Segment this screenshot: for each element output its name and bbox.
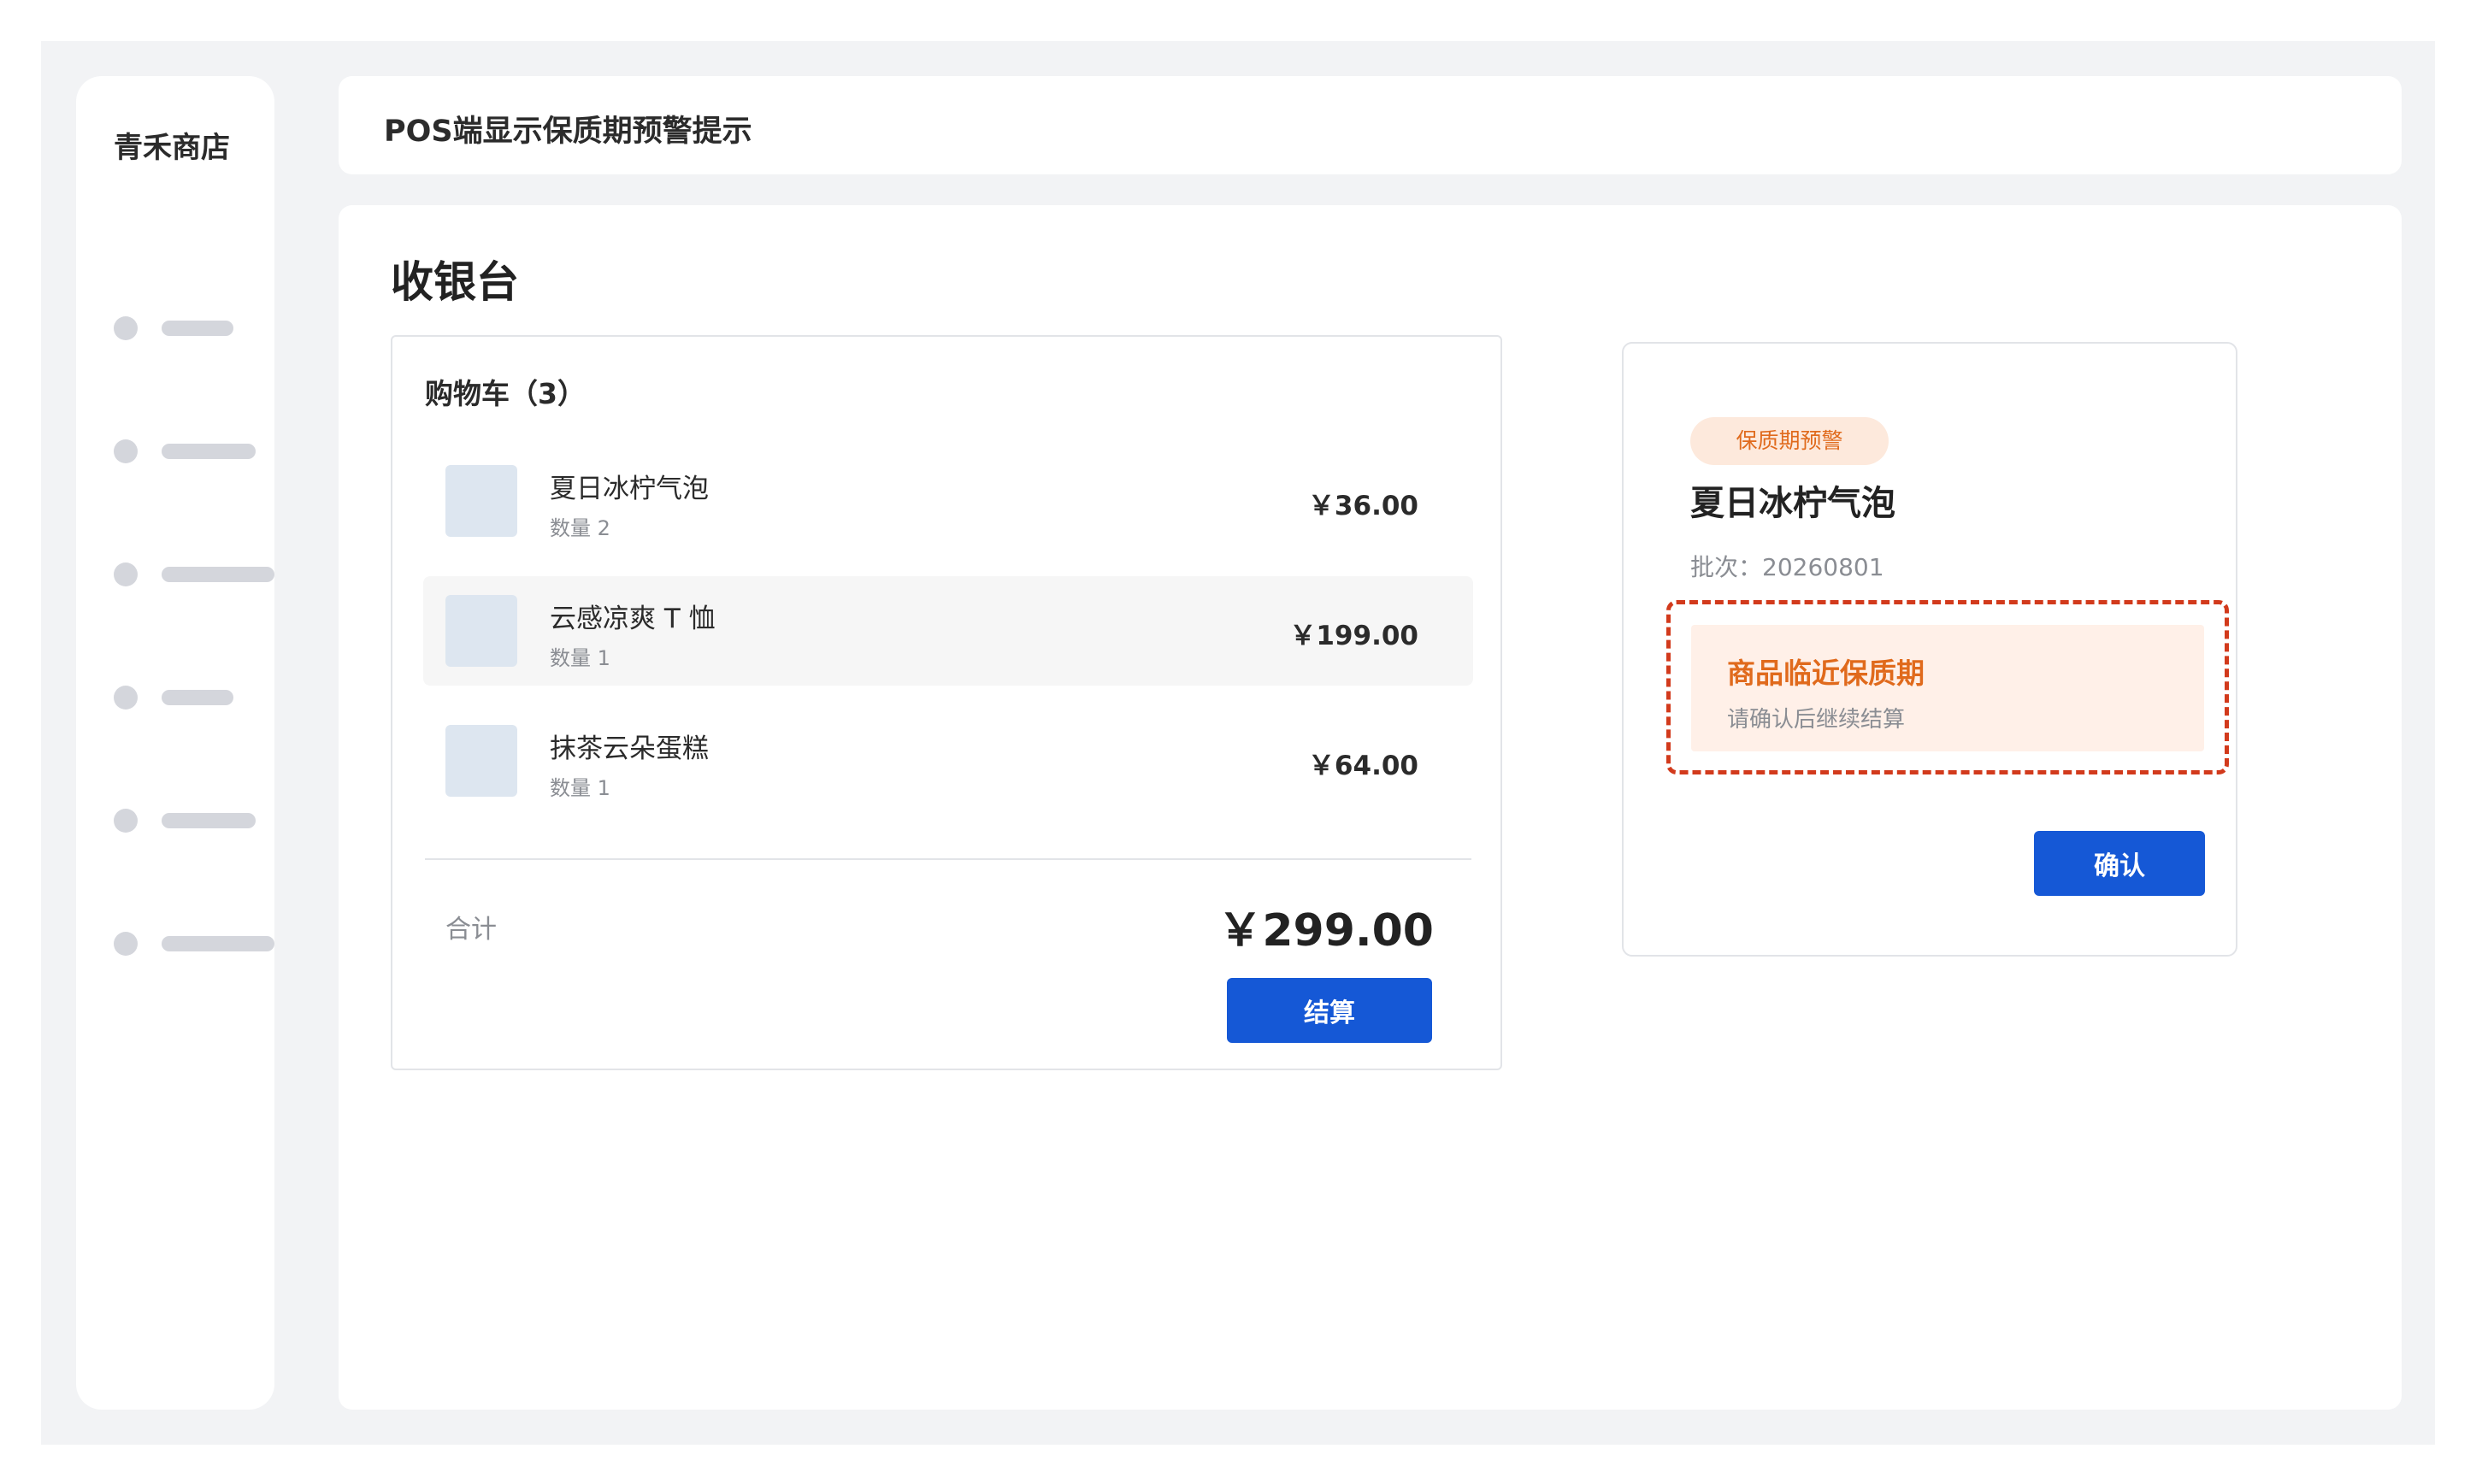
item-price: ￥199.00 [1289,621,1418,651]
cart-panel: 购物车（3） 夏日冰柠气泡 数量 2 ￥36.00 云感凉爽 T 恤 数量 1 … [391,335,1502,1070]
batch-number: 批次：20260801 [1690,553,1884,581]
warning-product-name: 夏日冰柠气泡 [1690,484,1895,523]
expiry-warning-panel: 保质期预警 夏日冰柠气泡 批次：20260801 商品临近保质期 请确认后继续结… [1622,342,2237,957]
sidebar-item-3[interactable] [114,562,285,586]
sidebar-item-4[interactable] [114,686,285,710]
item-quantity: 数量 2 [550,516,610,540]
product-thumbnail [445,595,517,667]
page-title: 收银台 [391,257,519,307]
sidebar-item-1[interactable] [114,316,285,340]
item-name: 云感凉爽 T 恤 [550,604,716,634]
product-thumbnail [445,465,517,537]
product-thumbnail [445,725,517,797]
nav-placeholder-bar [162,567,274,582]
item-quantity: 数量 1 [550,776,610,800]
main-panel: 收银台 购物车（3） 夏日冰柠气泡 数量 2 ￥36.00 云感凉爽 T 恤 数… [339,205,2402,1410]
sidebar-item-6[interactable] [114,932,285,956]
item-name: 夏日冰柠气泡 [550,474,709,504]
cart-divider [425,858,1471,860]
item-price: ￥36.00 [1307,491,1418,521]
sidebar-item-2[interactable] [114,439,285,463]
nav-placeholder-bar [162,936,274,951]
checkout-button[interactable]: 结算 [1227,978,1432,1043]
brand-name: 青禾商店 [114,131,230,165]
total-label: 合计 [445,915,497,945]
alert-highlight-frame: 商品临近保质期 请确认后继续结算 [1666,600,2229,774]
nav-placeholder-bar [162,813,256,828]
nav-dot-icon [114,562,138,586]
nav-dot-icon [114,686,138,710]
expiry-alert-box: 商品临近保质期 请确认后继续结算 [1691,625,2204,751]
alert-message: 请确认后继续结算 [1727,707,1906,733]
cart-item[interactable]: 夏日冰柠气泡 数量 2 ￥36.00 [423,446,1473,556]
nav-dot-icon [114,316,138,340]
nav-placeholder-bar [162,321,233,336]
cart-item-selected[interactable]: 云感凉爽 T 恤 数量 1 ￥199.00 [423,576,1473,686]
nav-dot-icon [114,809,138,833]
total-amount: ￥299.00 [1217,905,1434,957]
nav-dot-icon [114,439,138,463]
item-price: ￥64.00 [1307,751,1418,781]
nav-placeholder-bar [162,444,256,459]
top-header: POS端显示保质期预警提示 [339,76,2402,174]
alert-title: 商品临近保质期 [1727,657,1925,690]
nav-dot-icon [114,932,138,956]
expiry-warning-badge: 保质期预警 [1690,417,1889,465]
cart-title: 购物车（3） [425,377,586,410]
confirm-button[interactable]: 确认 [2034,831,2205,896]
sidebar: 青禾商店 [76,76,274,1410]
header-title: POS端显示保质期预警提示 [384,115,752,149]
cart-item[interactable]: 抹茶云朵蛋糕 数量 1 ￥64.00 [423,706,1473,816]
sidebar-item-5[interactable] [114,809,285,833]
nav-placeholder-bar [162,690,233,705]
item-quantity: 数量 1 [550,646,610,670]
item-name: 抹茶云朵蛋糕 [550,733,709,764]
